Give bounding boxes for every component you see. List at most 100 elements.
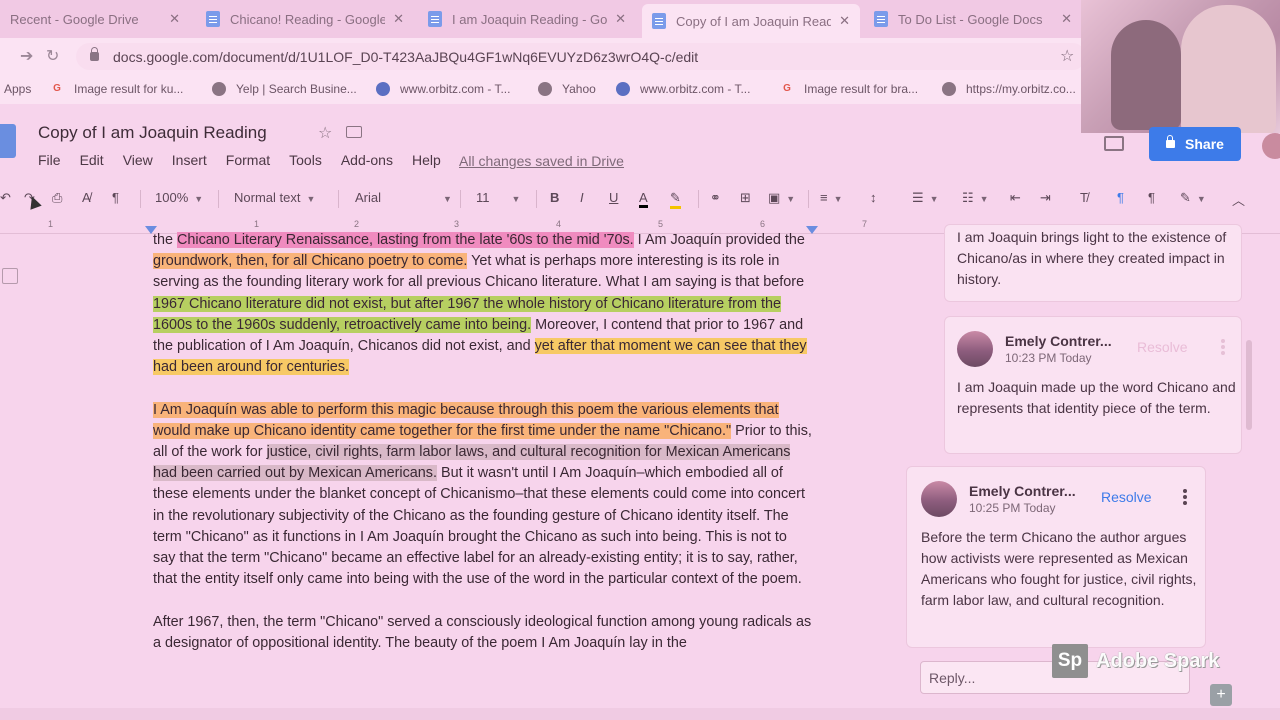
more-options-icon[interactable] <box>1221 339 1225 355</box>
increase-indent-icon[interactable]: ⇥ <box>1040 190 1051 206</box>
close-icon[interactable]: ✕ <box>839 13 850 29</box>
scrollbar[interactable] <box>1246 340 1252 430</box>
line-spacing-icon[interactable]: ↕ <box>870 190 877 205</box>
toolbar-divider <box>338 190 339 208</box>
text-run: I Am Joaquín provided the <box>633 232 805 248</box>
undo-icon[interactable]: ↶ <box>0 190 11 206</box>
insert-image-icon[interactable]: ▣ ▼ <box>768 190 795 206</box>
menu-insert[interactable]: Insert <box>172 152 207 172</box>
tab-recent-google-drive[interactable]: Recent - Google Drive ✕ <box>0 4 190 34</box>
person-silhouette <box>1181 5 1276 133</box>
menu-format[interactable]: Format <box>226 152 270 172</box>
editing-mode-icon[interactable]: ✎ ▼ <box>1180 190 1206 206</box>
close-icon[interactable]: ✕ <box>393 11 404 27</box>
tab-label: Copy of I am Joaquin Read <box>676 13 832 29</box>
bookmark-image-result-bra[interactable]: G Image result for bra... <box>780 82 918 96</box>
highlight-orange: I Am Joaquín was able to perform this ma… <box>153 401 779 439</box>
globe-icon <box>212 82 226 96</box>
bookmark-star-icon[interactable]: ☆ <box>1060 46 1074 66</box>
folder-icon[interactable] <box>346 126 362 138</box>
paragraph-style-select[interactable]: Normal text ▼ <box>234 190 315 205</box>
reload-icon[interactable]: ↻ <box>46 46 59 66</box>
tab-i-am-joaquin-reading[interactable]: I am Joaquin Reading - Go ✕ <box>418 4 636 34</box>
comment-card-active[interactable]: Emely Contrer... 10:25 PM Today Resolve … <box>906 466 1206 648</box>
link-icon[interactable]: ⚭ <box>710 190 721 206</box>
bold-icon[interactable]: B <box>550 190 559 205</box>
ruler-number: 2 <box>354 219 360 229</box>
resolve-button[interactable]: Resolve <box>1137 339 1188 355</box>
horizontal-scrollbar[interactable] <box>0 708 1280 720</box>
share-button[interactable]: Share <box>1149 127 1241 161</box>
forward-icon[interactable]: ➔ <box>20 46 33 66</box>
toolbar-divider <box>140 190 141 208</box>
document-outline-icon[interactable] <box>2 268 18 284</box>
menu-edit[interactable]: Edit <box>80 152 104 172</box>
add-comment-icon[interactable]: ⊞ <box>740 190 751 206</box>
add-comment-icon[interactable]: + <box>1210 684 1232 706</box>
menu-tools[interactable]: Tools <box>289 152 322 172</box>
tab-copy-of-i-am-joaquin[interactable]: Copy of I am Joaquin Read ✕ <box>642 4 860 38</box>
close-icon[interactable]: ✕ <box>169 11 180 27</box>
comment-history-icon[interactable] <box>1104 136 1124 151</box>
document-body[interactable]: the Chicano Literary Renaissance, lastin… <box>153 230 813 675</box>
bookmark-image-result-ku[interactable]: G Image result for ku... <box>50 82 183 96</box>
chevron-up-icon[interactable]: ︿ <box>1232 190 1245 209</box>
bookmark-orbitz-1[interactable]: www.orbitz.com - T... <box>376 82 510 96</box>
bookmark-yelp[interactable]: Yelp | Search Busine... <box>212 82 357 96</box>
tab-to-do-list[interactable]: To Do List - Google Docs ✕ <box>864 4 1082 34</box>
bookmark-orbitz-2[interactable]: www.orbitz.com - T... <box>616 82 750 96</box>
clear-formatting-icon[interactable]: T̸ <box>1080 190 1088 205</box>
star-icon[interactable]: ☆ <box>318 123 332 143</box>
paint-format-icon[interactable]: ¶ <box>112 190 119 205</box>
saved-status[interactable]: All changes saved in Drive <box>459 153 624 169</box>
chevron-down-icon: ▼ <box>443 194 452 204</box>
underline-icon[interactable]: U <box>609 190 618 205</box>
toolbar-divider <box>460 190 461 208</box>
bookmark-my-orbitz[interactable]: https://my.orbitz.co... <box>942 82 1076 96</box>
resolve-button[interactable]: Resolve <box>1101 489 1152 505</box>
tab-chicano-reading[interactable]: Chicano! Reading - Google ✕ <box>196 4 414 34</box>
font-select[interactable]: Arial ▼ <box>355 190 452 205</box>
close-icon[interactable]: ✕ <box>615 11 626 27</box>
zoom-select[interactable]: 100% ▼ <box>155 190 203 205</box>
style-value: Normal text <box>234 190 301 205</box>
italic-icon[interactable]: I <box>580 190 584 205</box>
decrease-indent-icon[interactable]: ⇤ <box>1010 190 1021 206</box>
highlight-orange: groundwork, then, for all Chicano poetry… <box>153 253 468 270</box>
bookmark-yahoo[interactable]: Yahoo <box>538 82 596 96</box>
avatar[interactable] <box>1262 133 1280 159</box>
orbitz-icon <box>376 82 390 96</box>
text-color-icon[interactable]: A <box>639 190 648 208</box>
menu-view[interactable]: View <box>123 152 153 172</box>
bookmark-label: Yahoo <box>562 82 596 96</box>
person-silhouette <box>1111 20 1181 130</box>
print-icon[interactable]: ⎙ <box>52 190 62 206</box>
rtl-icon[interactable]: ¶ <box>1148 190 1155 205</box>
menu-help[interactable]: Help <box>412 152 441 172</box>
size-value: 11 <box>476 190 490 205</box>
numbered-list-icon[interactable]: ☰ ▼ <box>912 190 939 206</box>
bulleted-list-icon[interactable]: ☷ ▼ <box>962 190 989 206</box>
close-icon[interactable]: ✕ <box>1061 11 1072 27</box>
more-options-icon[interactable] <box>1183 489 1187 505</box>
comment-card[interactable]: Emely Contrer... 10:23 PM Today Resolve … <box>944 316 1242 454</box>
chevron-down-icon: ▼ <box>1196 194 1206 204</box>
url-text: docs.google.com/document/d/1U1LOF_D0-T42… <box>113 48 699 65</box>
share-label: Share <box>1185 136 1224 152</box>
align-left-icon[interactable]: ≡ ▼ <box>820 190 843 205</box>
menu-add-ons[interactable]: Add-ons <box>341 152 393 172</box>
document-title[interactable]: Copy of I am Joaquin Reading <box>38 123 267 143</box>
spellcheck-icon[interactable]: A̸ <box>82 190 91 205</box>
highlight-color-icon[interactable]: ✎ <box>670 190 681 209</box>
url-field[interactable]: docs.google.com/document/d/1U1LOF_D0-T42… <box>76 43 1086 70</box>
font-size-select[interactable]: 11 ▼ <box>476 190 520 205</box>
ltr-icon[interactable]: ¶ <box>1117 190 1124 205</box>
toolbar-divider <box>536 190 537 208</box>
comment-card[interactable]: I am Joaquin brings light to the existen… <box>944 224 1242 302</box>
ruler-number: 3 <box>454 219 460 229</box>
lock-icon <box>1166 135 1176 148</box>
menu-file[interactable]: File <box>38 152 61 172</box>
bookmark-apps[interactable]: Apps <box>4 82 31 96</box>
webcam-overlay <box>1081 0 1280 133</box>
docs-logo-icon[interactable] <box>0 124 16 158</box>
